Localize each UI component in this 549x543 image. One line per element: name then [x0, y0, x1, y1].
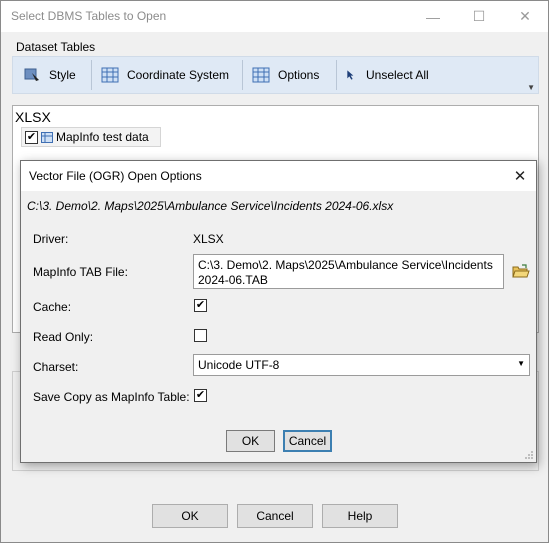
unselect-all-button[interactable]: Unselect All	[346, 57, 429, 93]
maximize-icon[interactable]: ☐	[456, 1, 502, 32]
style-button[interactable]: Style	[23, 57, 76, 93]
help-button[interactable]: Help	[322, 504, 398, 528]
chevron-down-icon[interactable]: ▼	[527, 83, 535, 92]
tab-file-label: MapInfo TAB File:	[33, 265, 128, 279]
list-group-xlsx: XLSX	[15, 109, 51, 125]
list-item-label: MapInfo test data	[56, 130, 149, 144]
resize-grip-icon[interactable]	[524, 450, 534, 460]
ok-button[interactable]: OK	[152, 504, 228, 528]
tab-file-input[interactable]: C:\3. Demo\2. Maps\2025\Ambulance Servic…	[193, 254, 504, 289]
driver-label: Driver:	[33, 232, 69, 246]
list-item[interactable]: ✔ MapInfo test data	[21, 127, 161, 147]
dialog-cancel-button[interactable]: Cancel	[283, 430, 332, 452]
title-bar: Select DBMS Tables to Open — ☐ ✕	[1, 1, 548, 32]
cancel-button[interactable]: Cancel	[237, 504, 313, 528]
file-path: C:\3. Demo\2. Maps\2025\Ambulance Servic…	[27, 199, 394, 213]
grid-icon	[252, 67, 270, 83]
table-icon	[41, 131, 53, 143]
read-only-checkbox[interactable]	[194, 329, 207, 342]
coordinate-system-button[interactable]: Coordinate System	[101, 57, 229, 93]
save-copy-label: Save Copy as MapInfo Table:	[33, 390, 190, 404]
dialog-title: Vector File (OGR) Open Options	[29, 169, 202, 183]
toolbar: Style Coordinate System Options Unselect…	[12, 56, 539, 94]
cache-label: Cache:	[33, 300, 72, 314]
folder-open-icon[interactable]	[512, 264, 530, 279]
charset-value: Unicode UTF-8	[198, 358, 280, 372]
dialog-ok-button[interactable]: OK	[226, 430, 275, 452]
grid-icon	[101, 67, 119, 83]
style-icon	[24, 68, 39, 81]
minimize-icon[interactable]: —	[410, 1, 456, 32]
read-only-label: Read Only:	[33, 330, 94, 344]
close-icon[interactable]: ✕	[502, 1, 548, 32]
charset-label: Charset:	[33, 360, 79, 374]
dataset-tables-label: Dataset Tables	[16, 40, 96, 54]
unselect-all-label: Unselect All	[366, 68, 429, 82]
window-title: Select DBMS Tables to Open	[11, 9, 167, 23]
save-copy-checkbox[interactable]: ✔	[194, 389, 207, 402]
dialog-title-bar: Vector File (OGR) Open Options ✕	[21, 161, 536, 191]
cursor-icon	[347, 70, 354, 80]
style-label: Style	[49, 68, 76, 82]
close-icon[interactable]: ✕	[510, 166, 530, 186]
options-button[interactable]: Options	[252, 57, 319, 93]
chevron-down-icon: ▼	[517, 359, 525, 368]
charset-select[interactable]: Unicode UTF-8 ▼	[193, 354, 530, 376]
ogr-options-dialog: Vector File (OGR) Open Options ✕ C:\3. D…	[20, 160, 537, 463]
driver-value: XLSX	[193, 232, 224, 246]
coordinate-system-label: Coordinate System	[127, 68, 230, 82]
cache-checkbox[interactable]: ✔	[194, 299, 207, 312]
options-label: Options	[278, 68, 320, 82]
checkbox[interactable]: ✔	[25, 130, 38, 144]
